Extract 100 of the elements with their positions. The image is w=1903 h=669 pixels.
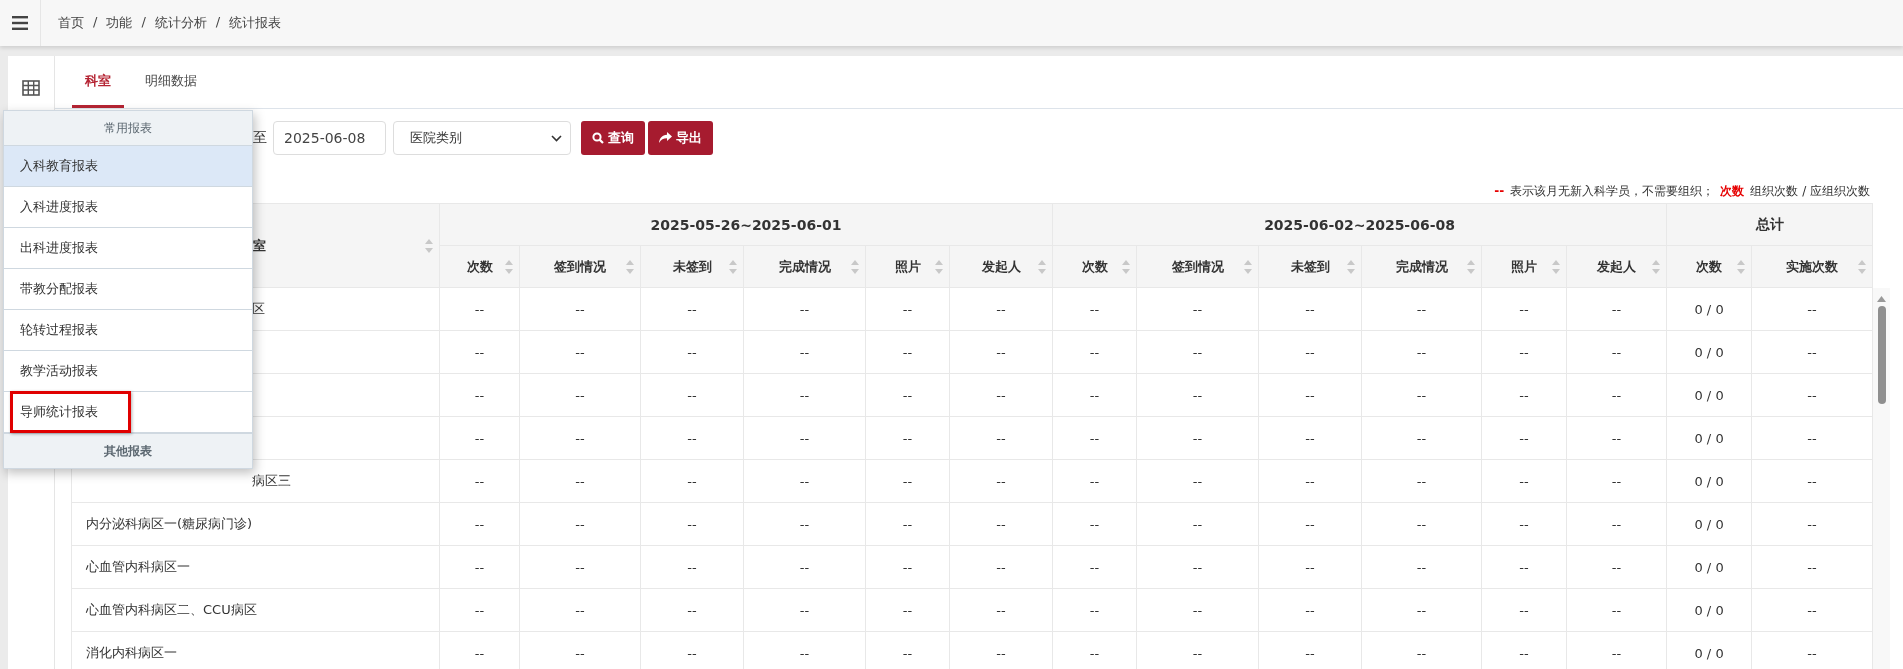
legend-text: 表示该月无新入科学员，不需要组织； <box>1510 182 1715 200</box>
date-field[interactable]: 2025-06-08 <box>273 121 386 155</box>
table-cell: -- <box>1258 287 1362 331</box>
table-cell: -- <box>949 287 1053 331</box>
tab[interactable]: 明细数据 <box>132 56 210 108</box>
sort-icon[interactable] <box>1858 258 1867 275</box>
sort-icon[interactable] <box>1467 258 1476 275</box>
column-header: 次数 <box>1081 257 1108 276</box>
table-cell: -- <box>1566 373 1667 417</box>
table-cell: -- <box>865 545 950 589</box>
column-header: 次数 <box>1696 257 1723 276</box>
table-cell: 0 / 0 <box>1666 416 1752 460</box>
sort-icon[interactable] <box>1122 258 1131 275</box>
table-cell: -- <box>439 373 520 417</box>
table-cell: -- <box>439 330 520 374</box>
table-cell: -- <box>949 502 1053 546</box>
sort-icon[interactable] <box>626 258 634 275</box>
table-cell: -- <box>1481 502 1567 546</box>
table-cell: -- <box>1566 287 1667 331</box>
sort-icon[interactable] <box>1652 258 1661 275</box>
table-cell: -- <box>949 416 1053 460</box>
table-cell: -- <box>1751 502 1873 546</box>
sort-icon[interactable] <box>935 258 943 275</box>
table-cell: -- <box>439 459 520 503</box>
table-cell: -- <box>1481 287 1567 331</box>
table-cell: -- <box>1136 330 1259 374</box>
table-cell: -- <box>1566 588 1667 632</box>
column-header: 发起人 <box>1597 257 1637 276</box>
table-cell: -- <box>1481 588 1567 632</box>
menu-item[interactable]: 入科进度报表 <box>4 187 252 228</box>
table-cell: -- <box>1052 373 1137 417</box>
table-cell: -- <box>1258 588 1362 632</box>
table-cell: -- <box>1361 287 1482 331</box>
menu-item[interactable]: 出科进度报表 <box>4 228 252 269</box>
menu-item[interactable]: 入科教育报表 <box>4 146 252 187</box>
chevron-down-icon <box>551 134 562 142</box>
table-cell: -- <box>1258 330 1362 374</box>
table-cell: -- <box>1136 416 1259 460</box>
table-cell: 0 / 0 <box>1666 588 1752 632</box>
export-button[interactable]: 导出 <box>648 121 713 155</box>
menu-item[interactable]: 轮转过程报表 <box>4 310 252 351</box>
menu-item[interactable]: 带教分配报表 <box>4 269 252 310</box>
table-cell: -- <box>949 330 1053 374</box>
scrollbar[interactable] <box>1873 288 1891 669</box>
sort-icon[interactable] <box>425 237 433 254</box>
table-cell: 0 / 0 <box>1666 287 1752 331</box>
sort-icon[interactable] <box>851 258 859 275</box>
scroll-up-icon[interactable] <box>1877 296 1887 302</box>
table-cell: -- <box>1481 459 1567 503</box>
table-cell: -- <box>1751 416 1873 460</box>
table-cell: -- <box>1052 459 1137 503</box>
table-cell: -- <box>640 330 744 374</box>
hospital-type-select[interactable]: 医院类别 <box>393 121 571 155</box>
table-cell: -- <box>1136 287 1259 331</box>
table-cell: -- <box>865 502 950 546</box>
sort-icon[interactable] <box>1038 258 1047 275</box>
table-cell: -- <box>865 459 950 503</box>
sort-icon[interactable] <box>1244 258 1253 275</box>
group-header: 总计 <box>1666 203 1873 246</box>
table-cell: -- <box>1751 459 1873 503</box>
table-cell: -- <box>1566 545 1667 589</box>
sort-icon[interactable] <box>1737 258 1746 275</box>
sort-icon[interactable] <box>729 258 737 275</box>
breadcrumb-item[interactable]: 统计分析 <box>154 14 207 32</box>
breadcrumb-separator: / <box>141 14 146 31</box>
table-cell: -- <box>519 588 641 632</box>
table-cell: -- <box>519 416 641 460</box>
sort-icon[interactable] <box>505 258 513 275</box>
search-button[interactable]: 查询 <box>581 121 645 155</box>
table-cell: -- <box>1361 459 1482 503</box>
table-icon[interactable] <box>22 80 40 96</box>
table-cell: -- <box>1751 330 1873 374</box>
sort-icon[interactable] <box>1552 258 1561 275</box>
breadcrumb-item[interactable]: 统计报表 <box>229 14 282 32</box>
legend-mark: -- <box>1494 184 1505 198</box>
column-header: 照片 <box>894 257 921 276</box>
table-cell: -- <box>640 373 744 417</box>
table-cell: -- <box>640 588 744 632</box>
table-cell: -- <box>1481 416 1567 460</box>
column-header: 未签到 <box>1290 257 1330 276</box>
breadcrumb-item[interactable]: 首页 <box>58 14 84 32</box>
column-header: 实施次数 <box>1786 257 1839 276</box>
breadcrumb-separator: / <box>215 14 221 31</box>
table-cell: -- <box>519 373 641 417</box>
table-cell: -- <box>865 373 950 417</box>
scrollbar-thumb[interactable] <box>1877 306 1886 404</box>
table-cell: -- <box>743 416 866 460</box>
sort-icon[interactable] <box>1347 258 1356 275</box>
table-cell: -- <box>1258 459 1362 503</box>
table-cell: -- <box>439 545 520 589</box>
table-cell: -- <box>1566 330 1667 374</box>
table-cell: -- <box>949 588 1053 632</box>
table-cell: -- <box>1751 287 1873 331</box>
table-cell: -- <box>1052 502 1137 546</box>
table-cell: -- <box>743 502 866 546</box>
menu-item[interactable]: 教学活动报表 <box>4 351 252 392</box>
table-cell: -- <box>1258 502 1362 546</box>
breadcrumb-item[interactable]: 功能 <box>106 14 133 32</box>
menu-icon[interactable] <box>12 16 28 30</box>
table-cell: -- <box>1361 373 1482 417</box>
